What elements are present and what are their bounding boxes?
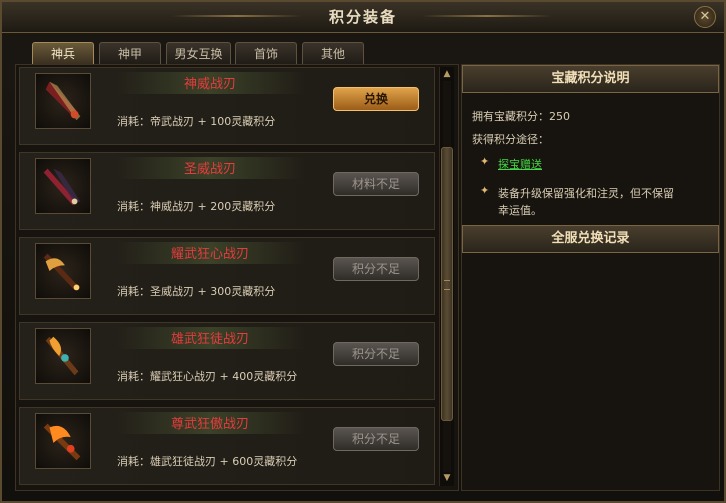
item-cost: 消耗：帝武战刃 + 100灵藏积分 xyxy=(117,115,276,128)
way-item-text: 幸运值。 xyxy=(498,204,542,217)
title-ornament-right xyxy=(422,15,552,17)
points-owned: 拥有宝藏积分：250 xyxy=(472,110,570,123)
scroll-up-icon[interactable]: ▲ xyxy=(441,68,453,80)
item-name: 神威战刃 xyxy=(183,77,236,92)
insufficient-points-button[interactable]: 积分不足 xyxy=(333,257,419,281)
server-records-header: 全服兑换记录 xyxy=(462,225,719,253)
scroll-grip-icon xyxy=(444,280,450,290)
sword-icon[interactable] xyxy=(35,413,91,469)
close-icon: ✕ xyxy=(699,9,711,24)
tab-shenjia[interactable]: 神甲 xyxy=(99,42,161,64)
sword-icon[interactable] xyxy=(35,243,91,299)
info-panel: 宝藏积分说明 拥有宝藏积分：250 获得积分途径： ✦ 探宝赠送 ✦ 装备升级保… xyxy=(461,64,720,491)
item-row: 尊武狂傲战刃 消耗：雄武狂徒战刃 + 600灵藏积分 积分不足 xyxy=(19,407,435,485)
item-row: 雄武狂徒战刃 消耗：耀武狂心战刃 + 400灵藏积分 积分不足 xyxy=(19,322,435,400)
item-row: 圣威战刃 消耗：神威战刃 + 200灵藏积分 材料不足 xyxy=(19,152,435,230)
sword-icon[interactable] xyxy=(35,158,91,214)
item-name: 圣威战刃 xyxy=(183,162,236,177)
points-equipment-window: 积分装备 ✕ 神兵 神甲 男女互换 首饰 其他 神威战刃 消耗：帝武战刃 + 1… xyxy=(0,0,726,503)
sword-icon[interactable] xyxy=(35,73,91,129)
title-bar: 积分装备 ✕ xyxy=(2,2,724,33)
way-item-text: 装备升级保留强化和注灵，但不保留 xyxy=(498,187,674,200)
exchange-button[interactable]: 兑换 xyxy=(333,87,419,111)
item-cost: 消耗：神威战刃 + 200灵藏积分 xyxy=(117,200,276,213)
item-name: 耀武狂心战刃 xyxy=(170,247,249,262)
ways-label: 获得积分途径： xyxy=(472,133,549,146)
item-row: 耀武狂心战刃 消耗：圣威战刃 + 300灵藏积分 积分不足 xyxy=(19,237,435,315)
item-name: 尊武狂傲战刃 xyxy=(170,417,249,432)
tab-other[interactable]: 其他 xyxy=(302,42,364,64)
tab-jewelry[interactable]: 首饰 xyxy=(235,42,297,64)
treasure-gift-link[interactable]: 探宝赠送 xyxy=(498,158,542,171)
insufficient-points-button[interactable]: 积分不足 xyxy=(333,342,419,366)
star-bullet-icon: ✦ xyxy=(480,184,490,197)
scrollbar[interactable]: ▲ ▼ xyxy=(439,67,454,486)
item-name: 雄武狂徒战刃 xyxy=(170,332,249,347)
tab-gender-swap[interactable]: 男女互换 xyxy=(166,42,231,64)
window-title: 积分装备 xyxy=(328,8,397,26)
sword-icon[interactable] xyxy=(35,328,91,384)
insufficient-points-button[interactable]: 积分不足 xyxy=(333,427,419,451)
insufficient-materials-button[interactable]: 材料不足 xyxy=(333,172,419,196)
star-bullet-icon: ✦ xyxy=(480,155,490,168)
item-row: 神威战刃 消耗：帝武战刃 + 100灵藏积分 兑换 xyxy=(19,67,435,145)
scroll-thumb[interactable] xyxy=(441,147,453,421)
tab-shenbing[interactable]: 神兵 xyxy=(32,42,94,64)
close-button[interactable]: ✕ xyxy=(694,6,716,28)
item-cost: 消耗：雄武狂徒战刃 + 600灵藏积分 xyxy=(117,455,298,468)
item-cost: 消耗：圣威战刃 + 300灵藏积分 xyxy=(117,285,276,298)
item-cost: 消耗：耀武狂心战刃 + 400灵藏积分 xyxy=(117,370,298,383)
scroll-down-icon[interactable]: ▼ xyxy=(441,472,453,484)
item-list-panel: 神威战刃 消耗：帝武战刃 + 100灵藏积分 兑换 圣威战刃 消耗：神威战刃 +… xyxy=(15,64,459,491)
way-item: 探宝赠送 xyxy=(498,156,542,172)
points-info-header: 宝藏积分说明 xyxy=(462,65,719,93)
